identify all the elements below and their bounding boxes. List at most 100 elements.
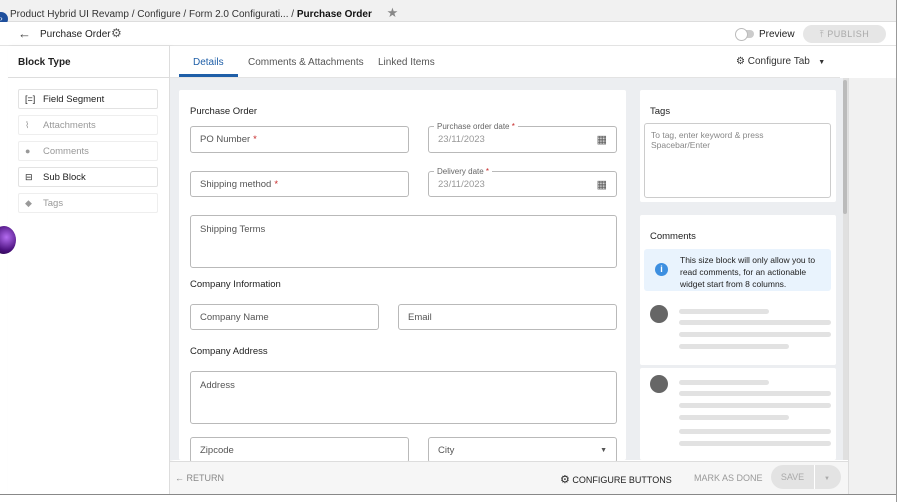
star-icon[interactable]: ★ — [387, 5, 399, 20]
field-label: Shipping method — [200, 178, 272, 190]
save-split-button[interactable]: SAVE ▼ — [771, 465, 841, 489]
skeleton-line — [679, 320, 831, 325]
field-segment-icon: [=] — [25, 94, 36, 104]
tag-icon: ◆ — [25, 198, 32, 208]
skeleton-line — [679, 344, 789, 349]
breadcrumb-item[interactable]: Product Hybrid UI Revamp — [10, 9, 129, 20]
block-type-title: Block Type — [18, 57, 71, 68]
tags-title: Tags — [650, 106, 671, 117]
save-button[interactable]: SAVE — [771, 465, 815, 489]
info-text: This size block will only allow you to r… — [680, 255, 816, 289]
required-mark: * — [274, 178, 279, 190]
tab-comments-attachments[interactable]: Comments & Attachments — [248, 57, 364, 68]
configure-tab-label: Configure Tab — [747, 56, 810, 67]
comment-icon: ● — [25, 146, 31, 156]
window-bottom — [0, 494, 904, 502]
caret-down-icon: ▼ — [818, 59, 826, 66]
required-mark: * — [485, 167, 490, 176]
field-label: Shipping Terms — [200, 224, 266, 235]
zipcode-field[interactable]: Zipcode — [190, 437, 409, 463]
city-select[interactable]: City ▼ — [428, 437, 617, 463]
field-label: Address — [200, 380, 235, 391]
shipping-terms-field[interactable]: Shipping Terms — [190, 215, 617, 268]
field-label: Email — [408, 311, 432, 323]
floating-label: Delivery date * — [434, 167, 493, 176]
field-value: 23/11/2023 — [438, 134, 485, 145]
tab-linked-items[interactable]: Linked Items — [378, 57, 435, 68]
shipping-method-field[interactable]: Shipping method * — [190, 171, 409, 197]
skeleton-line — [679, 380, 769, 385]
po-number-field[interactable]: PO Number * — [190, 126, 409, 153]
skeleton-line — [679, 429, 831, 434]
configure-buttons-button[interactable]: ⚙ CONFIGURE BUTTONS — [560, 473, 672, 486]
block-label: Tags — [43, 198, 64, 209]
email-field[interactable]: Email — [398, 304, 617, 330]
skeleton-line — [679, 415, 789, 420]
skeleton-line — [679, 441, 831, 446]
comments-title: Comments — [650, 231, 696, 242]
return-label: RETURN — [186, 473, 225, 483]
window-edge — [896, 0, 904, 502]
preview-label: Preview — [759, 29, 795, 40]
breadcrumb-current: Purchase Order — [296, 9, 372, 20]
block-label: Comments — [43, 146, 89, 157]
block-label: Attachments — [43, 120, 96, 131]
calendar-icon[interactable]: ▦ — [597, 178, 607, 191]
field-value: 23/11/2023 — [438, 178, 485, 190]
caret-down-icon[interactable]: ▼ — [815, 467, 839, 491]
return-button[interactable]: ← RETURN — [175, 473, 224, 483]
active-tab-indicator — [179, 74, 238, 77]
avatar-placeholder — [650, 305, 668, 323]
sub-block-icon: ⊟ — [25, 172, 33, 182]
block-type-panel — [8, 46, 170, 494]
avatar-placeholder — [650, 375, 668, 393]
back-arrow-icon[interactable]: ← — [18, 26, 31, 41]
gear-icon: ⚙ — [736, 56, 745, 67]
right-gutter — [848, 78, 896, 496]
breadcrumb-item[interactable]: Form 2.0 Configurati... — [189, 9, 288, 20]
section-title: Company Information — [190, 279, 281, 290]
company-name-field[interactable]: Company Name — [190, 304, 379, 330]
publish-button[interactable]: ⤒ PUBLISH — [803, 25, 886, 43]
publish-label: PUBLISH — [827, 29, 870, 39]
info-banner: This size block will only allow you to r… — [644, 249, 831, 291]
tags-input[interactable]: To tag, enter keyword & press Spacebar/E… — [644, 123, 831, 198]
field-label: City — [438, 444, 455, 456]
breadcrumb-item[interactable]: Configure — [137, 9, 180, 20]
block-label: Field Segment — [43, 94, 105, 105]
field-label: Company Name — [200, 311, 269, 323]
block-tags[interactable]: ◆ Tags — [18, 193, 158, 213]
block-field-segment[interactable]: [=] Field Segment — [18, 89, 158, 109]
divider — [8, 77, 170, 78]
tab-details[interactable]: Details — [193, 57, 224, 68]
skeleton-line — [679, 391, 831, 396]
calendar-icon[interactable]: ▦ — [597, 133, 607, 146]
paperclip-icon: ⌇ — [25, 120, 30, 130]
info-icon: i — [655, 263, 668, 276]
field-label: Zipcode — [200, 444, 234, 456]
required-mark: * — [253, 134, 257, 145]
block-attachments[interactable]: ⌇ Attachments — [18, 115, 158, 135]
gear-icon[interactable]: ⚙ — [111, 26, 122, 40]
block-comments[interactable]: ● Comments — [18, 141, 158, 161]
caret-down-icon: ▼ — [600, 446, 607, 454]
section-title: Purchase Order — [190, 106, 258, 117]
required-mark: * — [511, 122, 515, 131]
configure-buttons-label: CONFIGURE BUTTONS — [572, 475, 672, 485]
mark-as-done-button[interactable]: MARK AS DONE — [694, 473, 763, 483]
skeleton-line — [679, 332, 831, 337]
address-field[interactable]: Address — [190, 371, 617, 424]
block-label: Sub Block — [43, 172, 86, 183]
skeleton-line — [679, 403, 831, 408]
scrollbar-thumb[interactable] — [843, 80, 847, 214]
preview-toggle[interactable] — [735, 28, 754, 41]
floating-label: Purchase order date * — [434, 122, 518, 131]
page-title: Purchase Order — [40, 29, 111, 40]
gear-icon: ⚙ — [560, 474, 570, 486]
field-label: PO Number — [200, 134, 251, 145]
skeleton-line — [679, 309, 769, 314]
back-arrow-icon: ← — [175, 473, 187, 483]
block-sub-block[interactable]: ⊟ Sub Block — [18, 167, 158, 187]
configure-tab-button[interactable]: ⚙ Configure Tab ▼ — [736, 56, 825, 67]
breadcrumb: Product Hybrid UI Revamp / Configure / F… — [0, 0, 904, 22]
